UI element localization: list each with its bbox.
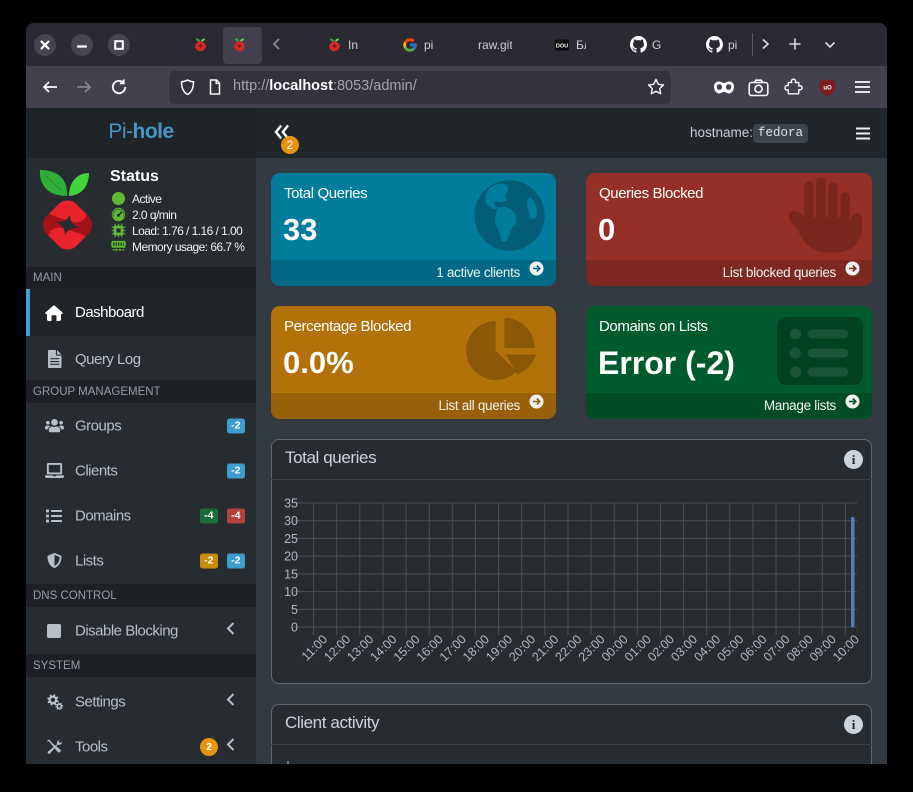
svg-text:0: 0 <box>291 621 298 635</box>
svg-text:DOU: DOU <box>556 44 568 50</box>
svg-text:10: 10 <box>284 585 298 599</box>
svg-text:25: 25 <box>284 532 298 546</box>
svg-text:20: 20 <box>284 550 298 564</box>
svg-text:35: 35 <box>284 497 298 511</box>
svg-text:10:00: 10:00 <box>830 632 862 664</box>
svg-text:30: 30 <box>284 514 298 528</box>
svg-text:uO: uO <box>823 86 832 92</box>
svg-text:15: 15 <box>284 567 298 581</box>
svg-text:5: 5 <box>291 603 298 617</box>
